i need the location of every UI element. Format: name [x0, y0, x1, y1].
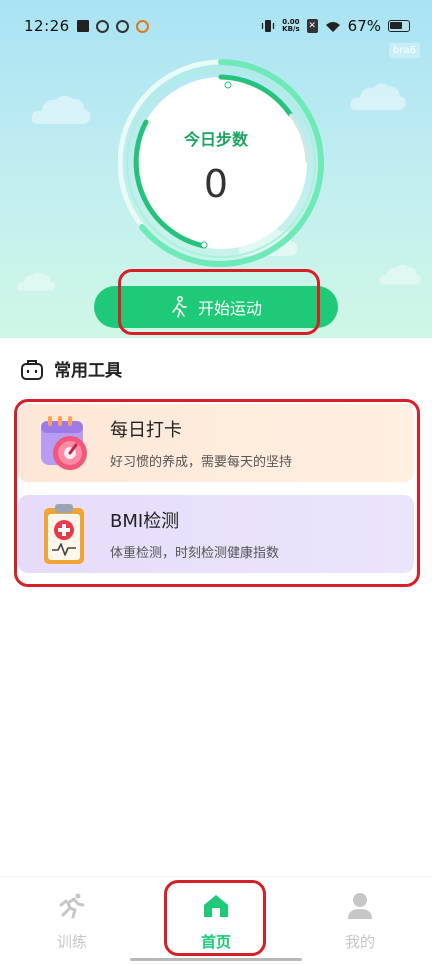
highlight-box-tool-cards — [14, 399, 420, 587]
running-icon — [59, 893, 85, 919]
status-bar: 12:26 0.00 KB/s ✕ 67% — [0, 0, 432, 52]
cloud-decoration — [17, 272, 55, 291]
notification-icon — [76, 20, 89, 32]
highlight-box-home-tab — [164, 880, 266, 956]
network-speed-unit: KB/s — [282, 25, 300, 33]
tools-section-title: 常用工具 — [20, 356, 122, 381]
tools-title-text: 常用工具 — [54, 361, 122, 381]
tab-mine[interactable]: 我的 — [288, 877, 432, 964]
tab-mine-label: 我的 — [344, 933, 375, 951]
version-badge: bra6 — [389, 43, 420, 58]
cloud-decoration — [379, 264, 421, 285]
battery-icon — [388, 20, 410, 32]
cloud-decoration — [31, 95, 91, 124]
tab-training[interactable]: 训练 — [0, 877, 144, 964]
network-speed: 0.00 KB/s — [282, 19, 299, 33]
weibo-icon — [135, 19, 149, 33]
highlight-box-start-button — [118, 269, 320, 335]
no-sim-icon: ✕ — [306, 19, 318, 33]
status-time: 12:26 — [24, 17, 70, 35]
cloud-decoration — [350, 83, 406, 111]
home-indicator-bar — [130, 958, 302, 961]
toolbox-icon — [21, 359, 43, 380]
battery-percent: 67% — [347, 17, 381, 35]
steps-count: 0 — [203, 162, 229, 206]
app-notification-icon — [95, 19, 109, 33]
vibrate-icon — [262, 20, 275, 32]
steps-label: 今日步数 — [183, 130, 248, 149]
app-notification-icon — [115, 19, 129, 33]
tab-training-label: 训练 — [56, 933, 87, 951]
wifi-icon — [325, 21, 340, 32]
user-icon — [348, 893, 372, 919]
